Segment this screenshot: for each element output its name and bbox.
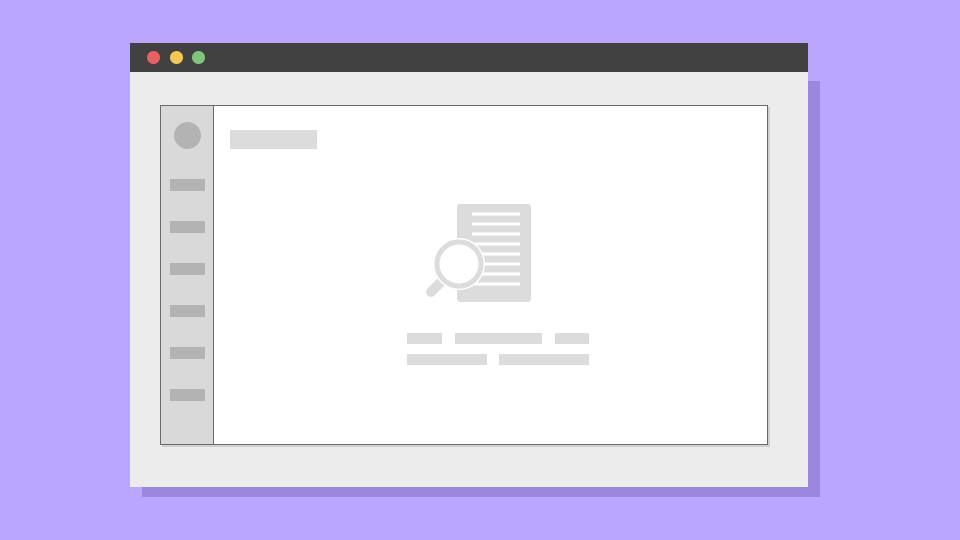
- sidebar: [161, 106, 214, 444]
- document-search-icon: [426, 204, 531, 302]
- app-window: [130, 43, 808, 487]
- avatar[interactable]: [174, 122, 201, 149]
- maximize-button[interactable]: [192, 51, 205, 64]
- sidebar-item[interactable]: [170, 221, 205, 233]
- sidebar-item[interactable]: [170, 263, 205, 275]
- page-title: [230, 130, 317, 149]
- empty-state-text: [407, 354, 487, 365]
- minimize-button[interactable]: [170, 51, 183, 64]
- empty-state-text: [455, 333, 542, 344]
- sidebar-item[interactable]: [170, 347, 205, 359]
- sidebar-item[interactable]: [170, 179, 205, 191]
- empty-state-text: [407, 333, 442, 344]
- sidebar-item[interactable]: [170, 389, 205, 401]
- empty-state-text: [555, 333, 589, 344]
- close-button[interactable]: [147, 51, 160, 64]
- app-content: [160, 105, 768, 445]
- title-bar[interactable]: [130, 43, 808, 72]
- empty-state-text: [499, 354, 589, 365]
- sidebar-item[interactable]: [170, 305, 205, 317]
